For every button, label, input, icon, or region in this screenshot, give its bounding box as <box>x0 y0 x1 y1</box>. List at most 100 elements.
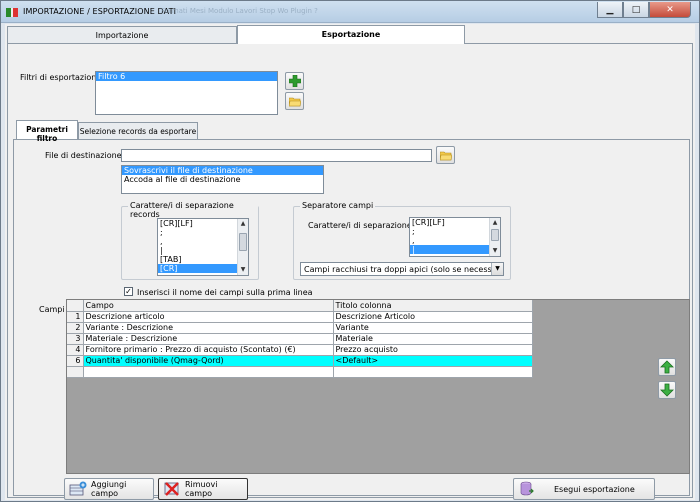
plus-icon <box>288 75 301 87</box>
add-filter-button[interactable] <box>285 72 304 90</box>
tab-importazione[interactable]: Importazione <box>7 26 237 43</box>
table-row[interactable]: 3 Materiale : Descrizione Materiale <box>67 333 533 345</box>
cell-titolo[interactable]: Materiale <box>333 333 533 345</box>
folder-icon <box>439 151 452 160</box>
button-label: Esegui esportazione <box>554 484 635 494</box>
group-title: Carattere/i di separazione records <box>128 201 258 219</box>
close-icon[interactable]: ✕ <box>649 2 691 18</box>
table-row-new[interactable] <box>67 366 533 378</box>
column-header-campo[interactable]: Campo <box>83 300 334 312</box>
list-item[interactable]: [CR][LF] <box>158 219 248 228</box>
arrow-up-icon <box>660 360 674 374</box>
destination-file-input[interactable] <box>121 149 432 162</box>
group-title: Separatore campi <box>300 201 376 210</box>
table-header-row: Campo Titolo colonna <box>67 300 533 312</box>
list-item[interactable]: ; <box>410 227 500 236</box>
cell-campo[interactable]: Fornitore primario : Prezzo di acquisto … <box>83 344 334 356</box>
selected-value: Campi racchiusi tra doppi apici (solo se… <box>304 265 504 274</box>
maximize-icon[interactable]: □ <box>623 2 649 18</box>
cell-campo[interactable]: Quantita' disponibile (Qmag-Qord) <box>83 355 334 367</box>
scroll-thumb[interactable] <box>239 233 247 251</box>
export-panel: Filtri di esportazione : Filtro 6 Parame… <box>7 43 693 500</box>
field-separator-group: Separatore campi Carattere/i di separazi… <box>293 201 511 280</box>
header-checkbox-label: Inserisci il nome dei campi sulla prima … <box>137 288 313 297</box>
record-separator-group: Carattere/i di separazione records [CR][… <box>121 201 259 280</box>
scroll-up-icon[interactable]: ▲ <box>238 219 248 229</box>
folder-icon <box>288 97 301 106</box>
run-export-button[interactable]: Esegui esportazione <box>513 478 655 500</box>
field-separator-list[interactable]: [CR][LF] ; , | ▲ ▼ <box>409 217 501 257</box>
minimize-icon[interactable]: ▁ <box>597 2 623 18</box>
destination-label: File di destinazione : <box>45 151 127 160</box>
arrow-down-icon <box>660 383 674 397</box>
app-icon <box>6 8 18 17</box>
scroll-thumb[interactable] <box>491 229 499 241</box>
list-item[interactable]: [CR][LF] <box>410 218 500 227</box>
background-menu-ghost: Formati Mesi Modulo Lavori Stop Wo Plugi… <box>161 7 318 15</box>
fields-table: Campo Titolo colonna 1 Descrizione artic… <box>67 300 533 378</box>
list-item[interactable]: Sovrascrivi il file di destinazione <box>122 166 323 175</box>
cell-titolo[interactable]: <Default> <box>333 355 533 367</box>
chevron-down-icon[interactable]: ▼ <box>491 263 503 275</box>
column-header-titolo[interactable]: Titolo colonna <box>333 300 533 312</box>
tab-esportazione[interactable]: Esportazione <box>237 25 465 44</box>
title-bar[interactable]: IMPORTAZIONE / ESPORTAZIONE DATI Formati… <box>1 1 699 23</box>
field-separator-label: Carattere/i di separazione : <box>308 221 418 230</box>
browse-destination-button[interactable] <box>436 146 455 164</box>
tab-parametri-filtro[interactable]: Parametri filtro <box>16 120 78 143</box>
table-row-selected[interactable]: 6 Quantita' disponibile (Qmag-Qord) <Def… <box>67 355 533 367</box>
cell-titolo[interactable]: Descrizione Articolo <box>333 311 533 323</box>
tab-label: Importazione <box>95 31 149 40</box>
list-item[interactable]: , <box>410 236 500 245</box>
remove-icon <box>163 480 181 498</box>
main-window: IMPORTAZIONE / ESPORTAZIONE DATI Formati… <box>0 0 700 502</box>
list-item[interactable]: Accoda al file di destinazione <box>122 175 323 184</box>
remove-field-button[interactable]: Rimuovi campo <box>158 478 248 500</box>
cell-titolo[interactable] <box>333 366 533 378</box>
row-number: 1 <box>67 311 84 323</box>
scroll-down-icon[interactable]: ▼ <box>490 246 500 256</box>
cell-campo[interactable]: Descrizione articolo <box>83 311 334 323</box>
window-controls: ▁ □ ✕ <box>597 2 691 18</box>
list-item[interactable]: [TAB] <box>158 255 248 264</box>
scrollbar[interactable]: ▲ ▼ <box>237 219 248 275</box>
list-item[interactable]: Filtro 6 <box>96 72 277 81</box>
move-up-button[interactable] <box>658 358 676 376</box>
list-item[interactable]: [CR] <box>158 264 248 273</box>
row-number: 3 <box>67 333 84 345</box>
scrollbar[interactable]: ▲ ▼ <box>489 218 500 256</box>
list-item[interactable]: ; <box>158 228 248 237</box>
cell-titolo[interactable]: Variante <box>333 322 533 334</box>
header-checkbox[interactable]: ✓ <box>124 287 133 296</box>
row-number: 4 <box>67 344 84 356</box>
list-item[interactable]: | <box>410 245 500 254</box>
database-export-icon <box>518 480 536 498</box>
open-filter-button[interactable] <box>285 92 304 110</box>
cell-campo[interactable] <box>83 366 334 378</box>
client-area: Importazione Esportazione Filtri di espo… <box>5 24 695 500</box>
list-item[interactable]: | <box>158 246 248 255</box>
list-item[interactable]: , <box>158 237 248 246</box>
button-label: Rimuovi campo <box>184 480 218 498</box>
fields-grid[interactable]: Campo Titolo colonna 1 Descrizione artic… <box>66 299 690 474</box>
move-down-button[interactable] <box>658 381 676 399</box>
add-table-icon <box>69 480 87 498</box>
tab-selezione-records[interactable]: Selezione records da esportare <box>78 122 198 139</box>
add-field-button[interactable]: Aggiungi campo <box>64 478 154 500</box>
cell-titolo[interactable]: Prezzo acquisto <box>333 344 533 356</box>
table-row[interactable]: 1 Descrizione articolo Descrizione Artic… <box>67 311 533 323</box>
tab-label: Selezione records da esportare <box>79 127 197 136</box>
scroll-up-icon[interactable]: ▲ <box>490 218 500 228</box>
scroll-down-icon[interactable]: ▼ <box>238 265 248 275</box>
cell-campo[interactable]: Variante : Descrizione <box>83 322 334 334</box>
filters-list[interactable]: Filtro 6 <box>95 71 278 115</box>
table-row[interactable]: 4 Fornitore primario : Prezzo di acquist… <box>67 344 533 356</box>
button-label: Aggiungi campo <box>91 480 127 498</box>
quote-option-select[interactable]: Campi racchiusi tra doppi apici (solo se… <box>300 262 504 276</box>
cell-campo[interactable]: Materiale : Descrizione <box>83 333 334 345</box>
table-row[interactable]: 2 Variante : Descrizione Variante <box>67 322 533 334</box>
row-number-header <box>67 300 84 312</box>
record-separator-list[interactable]: [CR][LF] ; , | [TAB] [CR] ▲ ▼ <box>157 218 249 276</box>
destination-mode-list[interactable]: Sovrascrivi il file di destinazione Acco… <box>121 165 324 194</box>
row-number: 6 <box>67 355 84 367</box>
